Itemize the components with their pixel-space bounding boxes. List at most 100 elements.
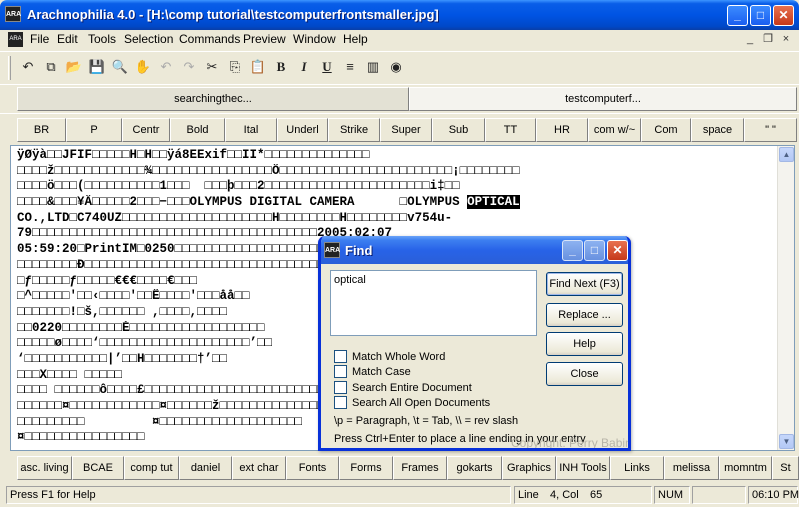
- paste-icon[interactable]: 📋: [247, 56, 269, 78]
- checkbox-search-entire-document[interactable]: [334, 381, 347, 394]
- hand-icon[interactable]: ✋: [132, 56, 154, 78]
- option-label: Search All Open Documents: [352, 397, 491, 409]
- tag-button-hr[interactable]: HR: [536, 118, 588, 142]
- menu-file[interactable]: File: [30, 32, 49, 46]
- menu-tools[interactable]: Tools: [88, 32, 116, 46]
- new-document-icon[interactable]: ↶: [17, 56, 39, 78]
- tag-button-p[interactable]: P: [66, 118, 122, 142]
- checkbox-search-all-open-documents[interactable]: [334, 396, 347, 409]
- checkbox-match-case[interactable]: [334, 365, 347, 378]
- tag-button-super[interactable]: Super: [380, 118, 432, 142]
- tag-button-sub[interactable]: Sub: [432, 118, 485, 142]
- snippet-asc-living[interactable]: asc. living: [17, 456, 72, 480]
- tag-button-bold[interactable]: Bold: [170, 118, 225, 142]
- snippet-comp-tut[interactable]: comp tut: [124, 456, 179, 480]
- tab-searchingthec[interactable]: searchingthec...: [17, 87, 409, 111]
- document-icon[interactable]: ARA: [8, 32, 23, 47]
- editor-line[interactable]: ÿØÿà□□JFIF□□□□□H□H□□ÿá8EExif□□II*□□□□□□□…: [17, 148, 777, 164]
- tab-testcomputerf[interactable]: testcomputerf...: [409, 87, 797, 111]
- toolbar-grip[interactable]: [8, 56, 11, 80]
- copy-document-icon[interactable]: ⧉: [40, 56, 62, 78]
- save-icon[interactable]: 💾: [86, 56, 108, 78]
- mdi-close-button[interactable]: ×: [778, 32, 794, 46]
- globe-icon[interactable]: ◉: [385, 56, 407, 78]
- editor-line[interactable]: □□□□ö□□□(□□□□□□□□□□1□□□ □□□þ□□□2□□□□□□□□…: [17, 179, 777, 195]
- scroll-up-icon[interactable]: ▲: [779, 147, 794, 162]
- replace-button[interactable]: Replace ...: [546, 303, 623, 327]
- cut-icon[interactable]: ✂: [201, 56, 223, 78]
- vertical-scrollbar[interactable]: ▲ ▼: [777, 146, 794, 450]
- bold-icon[interactable]: B: [270, 56, 292, 78]
- status-bar: Press F1 for Help Line 4, Col 65 NUM 06:…: [0, 484, 799, 507]
- find-next-button[interactable]: Find Next (F3): [546, 272, 623, 296]
- snippet-daniel[interactable]: daniel: [179, 456, 232, 480]
- tag-button-quotes[interactable]: " ": [744, 118, 797, 142]
- snippet-fonts[interactable]: Fonts: [286, 456, 339, 480]
- snippet-st[interactable]: St: [772, 456, 799, 480]
- tag-button-underl[interactable]: Underl: [277, 118, 328, 142]
- snippet-momntm[interactable]: momntm: [719, 456, 772, 480]
- find-dialog-title-bar[interactable]: ARA Find _ □ ✕: [321, 236, 628, 264]
- snippet-forms[interactable]: Forms: [339, 456, 393, 480]
- find-icon[interactable]: 🔍: [109, 56, 131, 78]
- redo-icon[interactable]: ↷: [178, 56, 200, 78]
- scroll-down-icon[interactable]: ▼: [779, 434, 794, 449]
- find-maximize-button[interactable]: □: [584, 240, 605, 261]
- find-text-input[interactable]: optical: [330, 270, 537, 336]
- status-time: 06:10 PM: [748, 486, 799, 504]
- underline-icon[interactable]: U: [316, 56, 338, 78]
- menu-window[interactable]: Window: [293, 32, 336, 46]
- close-button[interactable]: ✕: [773, 5, 794, 26]
- help-button[interactable]: Help: [546, 332, 623, 356]
- mdi-restore-button[interactable]: ❐: [760, 32, 776, 46]
- snippet-bcae[interactable]: BCAE: [72, 456, 124, 480]
- option-label: Search Entire Document: [352, 382, 472, 394]
- chart-icon[interactable]: ▥: [362, 56, 384, 78]
- editor-line[interactable]: □□□□&□□□¥Ä□□□□□2□□□−□□□OLYMPUS DIGITAL C…: [17, 195, 777, 211]
- menu-edit[interactable]: Edit: [57, 32, 78, 46]
- status-blank: [692, 486, 746, 504]
- find-dialog-title: Find: [345, 243, 373, 258]
- tag-button-space[interactable]: space: [691, 118, 744, 142]
- status-col-value: 65: [590, 489, 603, 501]
- menu-selection[interactable]: Selection: [124, 32, 173, 46]
- window-title-bar[interactable]: ARA Arachnophilia 4.0 - [H:\comp tutoria…: [0, 0, 799, 30]
- snippet-gokarts[interactable]: gokarts: [447, 456, 502, 480]
- tag-button-bar: BR P Centr Bold Ital Underl Strike Super…: [0, 113, 799, 144]
- tag-button-com[interactable]: Com: [641, 118, 691, 142]
- snippet-inh-tools[interactable]: INH Tools: [556, 456, 610, 480]
- find-close-button[interactable]: ✕: [607, 240, 628, 261]
- snippet-frames[interactable]: Frames: [393, 456, 447, 480]
- menu-help[interactable]: Help: [343, 32, 368, 46]
- find-dialog: ARA Find _ □ ✕ optical Find Next (F3) Re…: [318, 236, 631, 451]
- tag-button-strike[interactable]: Strike: [328, 118, 380, 142]
- copy-icon[interactable]: ⎘: [224, 56, 246, 78]
- menu-commands[interactable]: Commands: [179, 32, 240, 46]
- selected-match[interactable]: OPTICAL: [467, 195, 520, 210]
- undo-icon[interactable]: ↶: [155, 56, 177, 78]
- find-dialog-icon: ARA: [324, 242, 340, 258]
- tag-button-com-tilde[interactable]: com w/~: [588, 118, 641, 142]
- dialog-close-button[interactable]: Close: [546, 362, 623, 386]
- find-minimize-button[interactable]: _: [562, 240, 583, 261]
- editor-line[interactable]: □□□□ž□□□□□□□□□□□□¾□□□□□□□□□□□□□□□□Ö□□□□□…: [17, 164, 777, 180]
- snippet-melissa[interactable]: melissa: [664, 456, 719, 480]
- editor-line[interactable]: CO.,LTD□C740UZ□□□□□□□□□□□□□□□□□□□□H□□□□□…: [17, 211, 777, 227]
- snippet-ext-char[interactable]: ext char: [232, 456, 286, 480]
- open-folder-icon[interactable]: 📂: [63, 56, 85, 78]
- tag-button-centr[interactable]: Centr: [122, 118, 170, 142]
- tag-button-ital[interactable]: Ital: [225, 118, 277, 142]
- app-icon[interactable]: ARA: [5, 6, 21, 22]
- snippet-links[interactable]: Links: [610, 456, 664, 480]
- status-position: Line 4, Col 65: [514, 486, 652, 504]
- tag-button-br[interactable]: BR: [17, 118, 66, 142]
- snippet-graphics[interactable]: Graphics: [502, 456, 556, 480]
- mdi-minimize-button[interactable]: _: [742, 32, 758, 46]
- minimize-button[interactable]: _: [727, 5, 748, 26]
- maximize-button[interactable]: □: [750, 5, 771, 26]
- tag-button-tt[interactable]: TT: [485, 118, 536, 142]
- justify-icon[interactable]: ≡: [339, 56, 361, 78]
- checkbox-match-whole-word[interactable]: [334, 350, 347, 363]
- italic-icon[interactable]: I: [293, 56, 315, 78]
- menu-preview[interactable]: Preview: [243, 32, 286, 46]
